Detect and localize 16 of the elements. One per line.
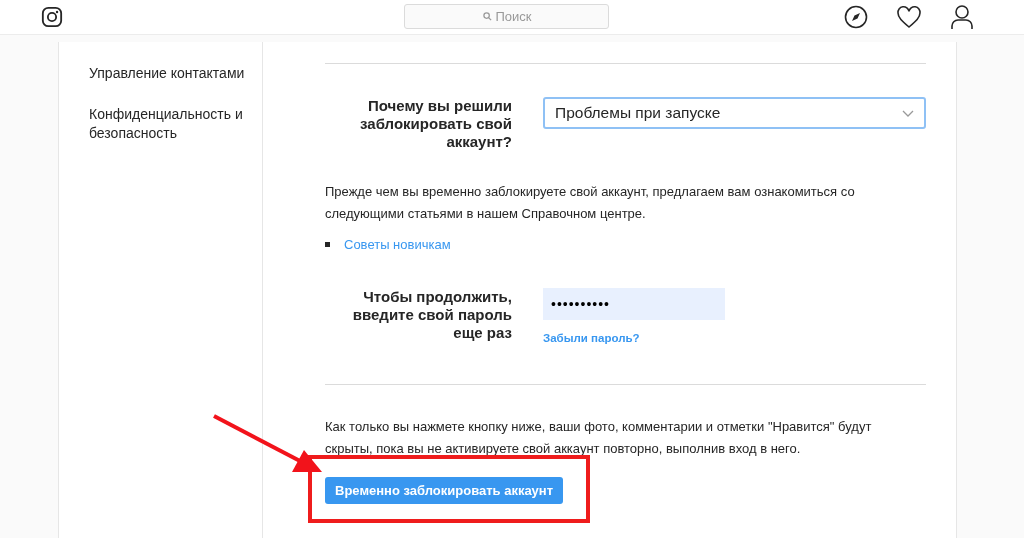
compass-icon[interactable] [844,5,868,29]
warning-text: Как только вы нажмете кнопку ниже, ваши фото, комментарии и отметки "Нравится" будут скрыты, пока вы не активируете свой аккаунт повторно, выполнив вход в него. [325,418,873,458]
password-field[interactable]: •••••••••• [543,288,725,320]
search-icon [483,12,492,21]
intro-text: Прежде чем вы временно заблокируете свой аккаунт, предлагаем вам ознакомиться со следующими статьями в нашем Справочном центре. [325,183,856,223]
reason-dropdown[interactable]: Проблемы при запуске [543,97,926,129]
chevron-icon [902,109,914,117]
camera-icon[interactable] [41,6,63,28]
bullet-icon [325,242,330,247]
password-label: Чтобы продолжить, введите свой пароль еще раз [351,288,512,343]
search-field[interactable]: Поиск [404,4,609,29]
user-icon[interactable] [950,4,974,30]
reason-label: Почему вы решили заблокировать свой аккаунт? [359,97,512,151]
sidebar-item[interactable]: Управление контактами [89,64,254,83]
heart-icon[interactable] [896,5,922,29]
sidebar-item[interactable]: Конфиденциальность и безопасность [89,105,254,143]
